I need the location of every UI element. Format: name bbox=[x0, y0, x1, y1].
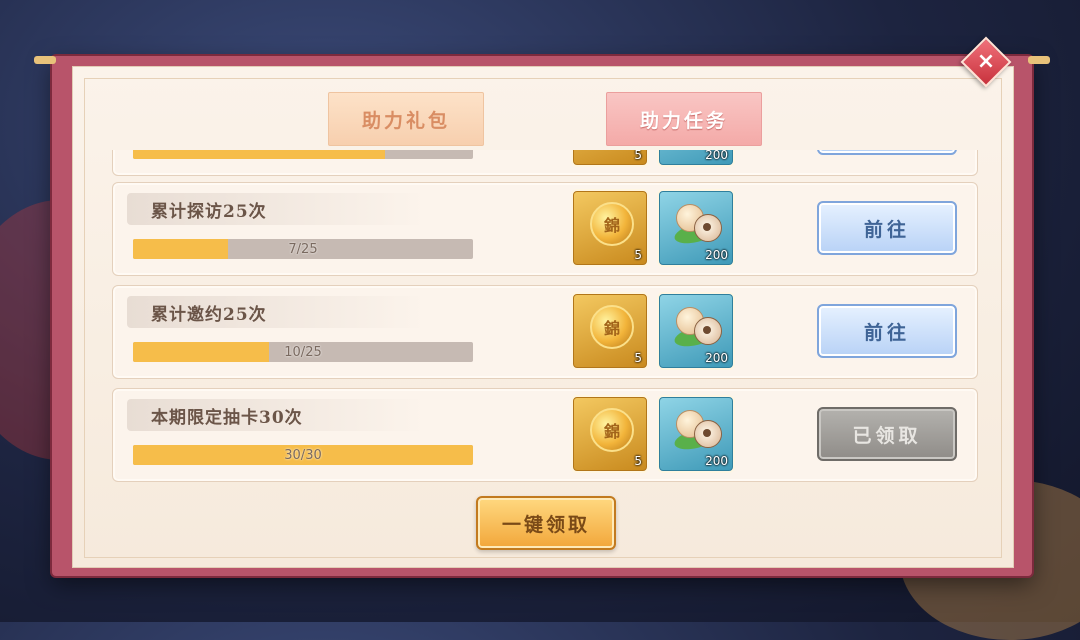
reward-food[interactable]: 200 bbox=[659, 150, 733, 165]
reward-count: 200 bbox=[705, 150, 728, 162]
tab-support-gift[interactable]: 助力礼包 bbox=[328, 92, 484, 146]
go-button[interactable] bbox=[817, 150, 957, 155]
gold-coin-icon: 錦 bbox=[590, 408, 634, 452]
reward-food[interactable]: 200 bbox=[659, 397, 733, 471]
reward-count: 5 bbox=[634, 150, 642, 162]
reward-count: 200 bbox=[705, 248, 728, 262]
task-progress-text: 7/25 bbox=[288, 241, 318, 257]
gold-coin-icon: 錦 bbox=[590, 305, 634, 349]
task-progress-bar: 30/30 bbox=[133, 445, 473, 465]
go-button[interactable]: 前往 bbox=[817, 201, 957, 255]
reward-gold-coin[interactable]: 錦 5 bbox=[573, 191, 647, 265]
task-row: 累计探访25次 7/25 錦 5 200 前往 bbox=[112, 182, 978, 276]
task-row: 錦 5 200 bbox=[112, 150, 978, 176]
task-row: 本期限定抽卡30次 30/30 錦 5 200 已领取 bbox=[112, 388, 978, 482]
task-title: 累计探访25次 bbox=[151, 202, 267, 222]
gold-coin-icon: 錦 bbox=[590, 202, 634, 246]
reward-count: 200 bbox=[705, 454, 728, 468]
task-title: 累计邀约25次 bbox=[151, 305, 267, 325]
food-bun-icon bbox=[670, 303, 724, 351]
task-progress-text: 10/25 bbox=[284, 344, 322, 360]
close-icon: × bbox=[976, 49, 996, 74]
task-progress-fill bbox=[133, 150, 385, 159]
reward-gold-coin[interactable]: 錦 5 bbox=[573, 397, 647, 471]
reward-count: 200 bbox=[705, 351, 728, 365]
reward-count: 5 bbox=[634, 248, 642, 262]
food-bun-icon bbox=[670, 406, 724, 454]
task-progress-bar: 10/25 bbox=[133, 342, 473, 362]
reward-count: 5 bbox=[634, 351, 642, 365]
task-title: 本期限定抽卡30次 bbox=[151, 408, 303, 428]
tab-support-task[interactable]: 助力任务 bbox=[606, 92, 762, 146]
claim-all-button[interactable]: 一键领取 bbox=[476, 496, 616, 550]
task-list[interactable]: 錦 5 200 累计探访25次 7/25 錦 5 200 前往 累计邀约25次 bbox=[110, 150, 980, 484]
go-button[interactable]: 前往 bbox=[817, 304, 957, 358]
task-progress-text: 30/30 bbox=[284, 447, 322, 463]
reward-food[interactable]: 200 bbox=[659, 294, 733, 368]
reward-gold-coin[interactable]: 錦 5 bbox=[573, 294, 647, 368]
task-row: 累计邀约25次 10/25 錦 5 200 前往 bbox=[112, 285, 978, 379]
task-progress-bar bbox=[133, 150, 473, 159]
reward-food[interactable]: 200 bbox=[659, 191, 733, 265]
food-bun-icon bbox=[670, 200, 724, 248]
reward-gold-coin[interactable]: 錦 5 bbox=[573, 150, 647, 165]
reward-count: 5 bbox=[634, 454, 642, 468]
claimed-button[interactable]: 已领取 bbox=[817, 407, 957, 461]
task-progress-bar: 7/25 bbox=[133, 239, 473, 259]
